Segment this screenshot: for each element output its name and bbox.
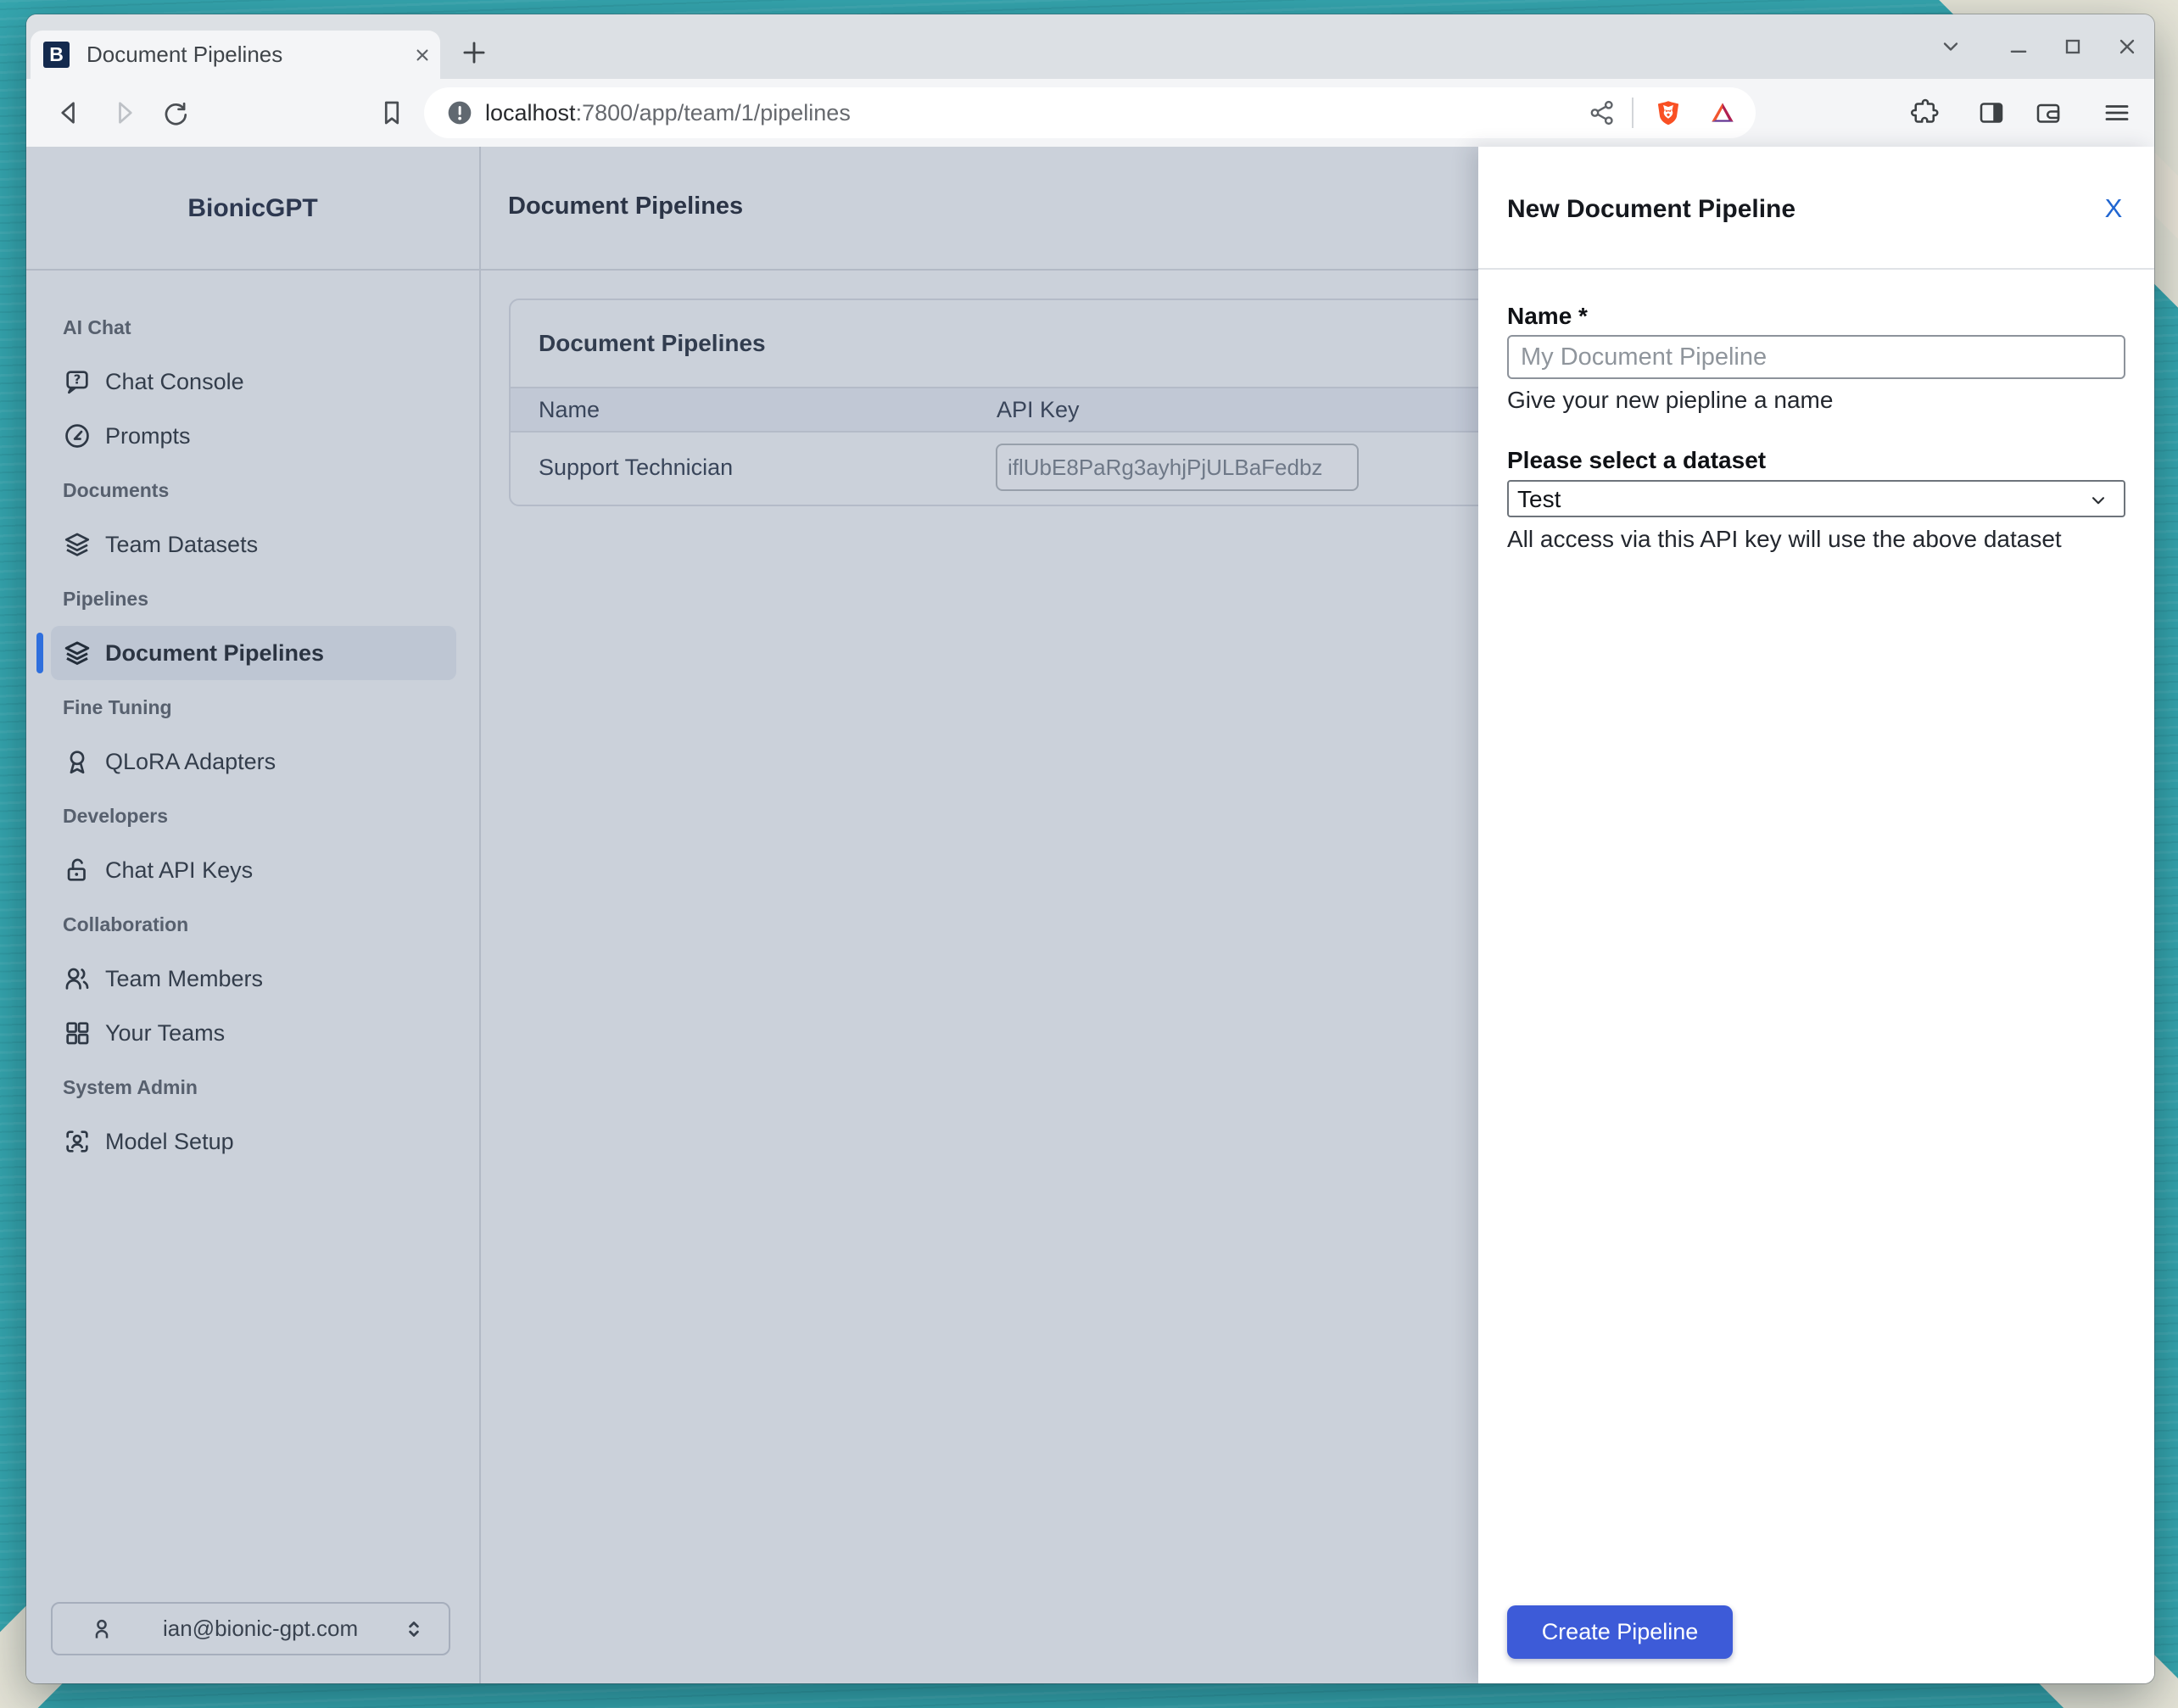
new-tab-button[interactable]: [458, 36, 490, 69]
chat-console-icon: ?: [63, 367, 92, 396]
users-icon: [63, 964, 92, 993]
user-menu[interactable]: ian@bionic-gpt.com: [51, 1602, 450, 1655]
tab-close-icon[interactable]: [411, 44, 433, 66]
browser-window: B Document Pipelines: [26, 14, 2154, 1683]
window-maximize-button[interactable]: [2061, 35, 2085, 59]
sidebar-section-developers: Developers: [26, 797, 479, 834]
site-info-icon[interactable]: [446, 99, 473, 126]
sidebar-item-qlora-adapters[interactable]: QLoRA Adapters: [26, 743, 479, 780]
sidebar-item-model-setup[interactable]: Model Setup: [26, 1123, 479, 1160]
url-host: localhost: [485, 100, 576, 126]
sidebar-section-pipelines: Pipelines: [26, 580, 479, 617]
bookmark-icon[interactable]: [377, 98, 407, 128]
sidebar-section-system-admin: System Admin: [26, 1069, 479, 1106]
sidebar-item-label: Document Pipelines: [105, 640, 324, 667]
layers-icon: [63, 530, 92, 559]
sidebar-item-prompts[interactable]: Prompts: [26, 417, 479, 455]
sidebar-item-team-members[interactable]: Team Members: [26, 960, 479, 997]
svg-text:?: ?: [74, 371, 81, 387]
user-email: ian@bionic-gpt.com: [163, 1616, 358, 1642]
urlbar-divider: [1632, 98, 1634, 128]
sidebar-item-label: Chat Console: [105, 369, 244, 395]
sidebar-section-fine-tuning: Fine Tuning: [26, 689, 479, 726]
browser-tab[interactable]: B Document Pipelines: [31, 31, 440, 79]
pipeline-name-input[interactable]: [1507, 335, 2125, 379]
panel-header: New Document Pipeline X: [1478, 147, 2154, 270]
award-icon: [63, 747, 92, 776]
tab-search-chevron-icon[interactable]: [1939, 35, 1963, 59]
grid-icon: [63, 1019, 92, 1047]
brave-shield-icon[interactable]: [1654, 98, 1683, 127]
new-pipeline-panel: New Document Pipeline X Name * Give your…: [1478, 147, 2154, 1683]
sidebar-divider: [479, 147, 481, 1683]
sidebar-item-label: QLoRA Adapters: [105, 749, 276, 775]
sidebar-item-label: Team Members: [105, 966, 263, 992]
api-key-field[interactable]: iflUbE8PaRg3ayhjPjULBaFedbz: [996, 444, 1359, 491]
create-pipeline-button[interactable]: Create Pipeline: [1507, 1605, 1733, 1659]
page-title: Document Pipelines: [508, 193, 743, 220]
brave-rewards-bat-icon[interactable]: [1708, 98, 1737, 127]
column-header-api-key: API Key: [997, 397, 1080, 423]
browser-toolbar: localhost:7800/app/team/1/pipelines: [26, 79, 2154, 147]
sidebar-section-ai-chat: AI Chat: [26, 309, 479, 346]
sidebar-item-label: Your Teams: [105, 1020, 225, 1047]
sidebar-item-team-datasets[interactable]: Team Datasets: [26, 526, 479, 563]
dataset-select[interactable]: Test: [1507, 480, 2125, 517]
forward-icon[interactable]: [109, 98, 139, 128]
name-helper-text: Give your new piepline a name: [1507, 387, 1833, 414]
sidebar-item-chat-console[interactable]: ? Chat Console: [26, 363, 479, 400]
pipeline-name-cell: Support Technician: [539, 455, 733, 481]
chevron-updown-icon: [401, 1616, 427, 1642]
sidebar-item-label: Prompts: [105, 423, 191, 449]
sidebar-item-label: Chat API Keys: [105, 857, 253, 884]
app-root: BionicGPT AI Chat ? Chat Console: [26, 147, 2154, 1683]
back-icon[interactable]: [54, 98, 85, 128]
url-path: :7800/app/team/1/pipelines: [576, 100, 851, 126]
layers-icon: [63, 639, 92, 667]
dataset-label: Please select a dataset: [1507, 447, 1766, 474]
dataset-helper-text: All access via this API key will use the…: [1507, 526, 2062, 553]
name-label: Name *: [1507, 303, 1588, 330]
favicon: B: [43, 42, 70, 68]
menu-icon[interactable]: [2102, 98, 2132, 128]
tab-strip: B Document Pipelines: [26, 14, 2154, 79]
window-close-button[interactable]: [2115, 35, 2139, 59]
sidebar-section-documents: Documents: [26, 472, 479, 509]
url-text: localhost:7800/app/team/1/pipelines: [485, 87, 851, 138]
sidebar-item-label: Team Datasets: [105, 532, 258, 558]
sidebar-item-label: Model Setup: [105, 1129, 234, 1155]
wallet-icon[interactable]: [2033, 98, 2064, 128]
user-icon: [88, 1616, 115, 1643]
sidebar-panel-icon[interactable]: [1976, 98, 2007, 128]
share-icon[interactable]: [1588, 98, 1617, 127]
sidebar-item-document-pipelines[interactable]: Document Pipelines: [26, 634, 479, 672]
reload-icon[interactable]: [159, 98, 190, 128]
window-minimize-button[interactable]: [2007, 35, 2030, 59]
prompts-icon: [63, 421, 92, 450]
panel-title: New Document Pipeline: [1507, 195, 1795, 224]
scan-user-icon: [63, 1127, 92, 1156]
column-header-name: Name: [539, 397, 600, 423]
sidebar-section-collaboration: Collaboration: [26, 906, 479, 943]
extensions-icon[interactable]: [1910, 98, 1941, 128]
url-bar[interactable]: localhost:7800/app/team/1/pipelines: [424, 87, 1756, 138]
lock-open-icon: [63, 856, 92, 885]
tab-title: Document Pipelines: [87, 31, 282, 79]
sidebar-item-chat-api-keys[interactable]: Chat API Keys: [26, 851, 479, 889]
brand-title: BionicGPT: [26, 194, 479, 223]
sidebar-item-your-teams[interactable]: Your Teams: [26, 1014, 479, 1052]
panel-close-button[interactable]: X: [2097, 193, 2131, 224]
